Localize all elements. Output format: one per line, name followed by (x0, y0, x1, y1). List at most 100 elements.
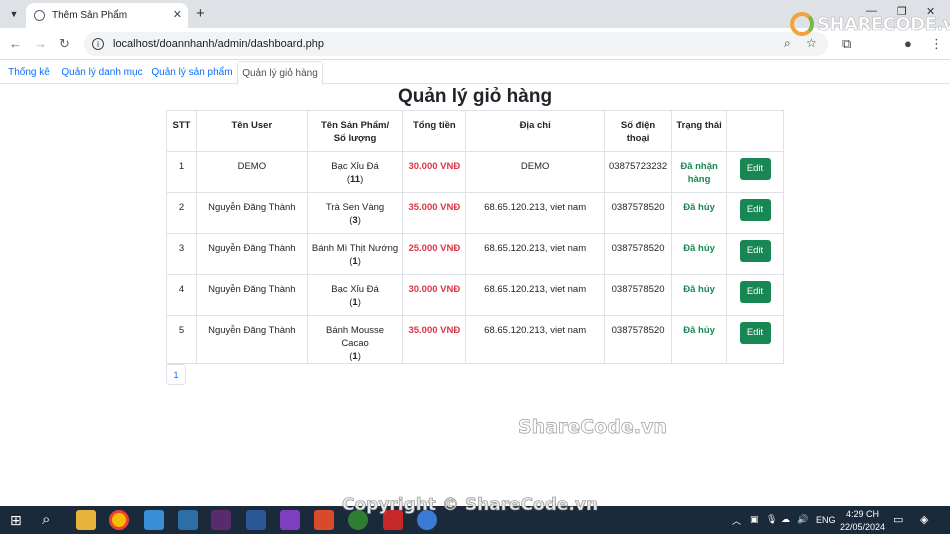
tray-app-icon[interactable]: ▣ (750, 514, 759, 525)
cell-user: Nguyễn Đăng Thành (195, 274, 308, 316)
sharecode-logo: SHARECODE.vn (790, 12, 950, 36)
table-row: 1 DEMO Bạc Xỉu Đá (11) 30.000 VNĐ DEMO 0387572… (166, 151, 784, 193)
product-qty: 1 (352, 256, 358, 267)
reload-icon[interactable]: ↻ (59, 36, 70, 52)
watermark-center: ShareCode.vn (518, 416, 668, 439)
copilot-icon[interactable]: ◈ (920, 513, 928, 526)
tab-search-icon[interactable]: ▼ (4, 4, 24, 24)
product-name: Bánh Mì Thịt Nướng (311, 243, 399, 254)
cell-stt: 1 (166, 151, 197, 193)
cell-stt: 4 (166, 274, 197, 316)
network-app-icon[interactable] (178, 510, 198, 530)
cell-action: Edit (726, 274, 784, 316)
cell-product: Bánh Mì Thịt Nướng (1) (306, 233, 404, 275)
tab-quan-ly-gio-hang[interactable]: Quản lý giỏ hàng (237, 61, 323, 85)
sharecode-logo-icon (790, 12, 814, 36)
cell-status: Đã hủy (671, 315, 728, 364)
edit-button[interactable]: Edit (739, 322, 771, 344)
clock-time[interactable]: 4:29 CH (846, 509, 879, 519)
cell-address: 68.65.120.213, viet nam (465, 274, 605, 316)
url-bar[interactable]: i localhost/doannhanh/admin/dashboard.ph… (84, 32, 828, 56)
col-header-total: Tổng tiền (402, 110, 467, 152)
cell-user: DEMO (195, 151, 308, 193)
cell-status: Đã hủy (671, 192, 728, 234)
col-header-address: Địa chỉ (465, 110, 605, 152)
product-qty: 1 (352, 351, 358, 362)
back-icon[interactable]: ← (9, 36, 22, 51)
watermark-copyright: Copyright © ShareCode.vn (342, 495, 599, 516)
page-title: Quản lý giỏ hàng (397, 86, 553, 107)
cell-status: Đã hủy (671, 233, 728, 275)
search-icon[interactable]: ⌕ (42, 511, 50, 528)
cell-action: Edit (726, 233, 784, 275)
word-icon[interactable] (246, 510, 266, 530)
cell-phone: 03875723232 (603, 151, 673, 193)
cell-phone: 0387578520 (603, 192, 673, 234)
table-row: 5 Nguyễn Đăng Thành Bánh Mousse Cacao (1) 35… (166, 315, 784, 364)
edit-button[interactable]: Edit (739, 240, 771, 262)
cell-stt: 2 (166, 192, 197, 234)
cell-address: 68.65.120.213, viet nam (465, 315, 605, 364)
cell-phone: 0387578520 (603, 274, 673, 316)
cell-phone: 0387578520 (603, 233, 673, 275)
edit-button[interactable]: Edit (739, 158, 771, 180)
cell-total: 30.000 VNĐ (402, 274, 467, 316)
file-explorer-icon[interactable] (76, 510, 96, 530)
browser-tab[interactable]: Thêm Sản Phẩm ✕ (26, 3, 188, 28)
product-name: Bánh Mousse Cacao (326, 325, 385, 349)
clock-date[interactable]: 22/05/2024 (840, 522, 885, 532)
photos-icon[interactable] (144, 510, 164, 530)
edit-button[interactable]: Edit (739, 199, 771, 221)
visual-studio-icon[interactable] (280, 510, 300, 530)
extensions-icon[interactable]: ⧉ (842, 36, 851, 52)
table-row: 4 Nguyễn Đăng Thành Bạc Xỉu Đá (1) 30.000 VN… (166, 274, 784, 316)
notifications-icon[interactable]: ▭ (893, 513, 903, 526)
tab-quan-ly-danh-muc[interactable]: Quản lý danh mục (58, 61, 146, 84)
settings-app-icon[interactable] (211, 510, 231, 530)
table-row: 3 Nguyễn Đăng Thành Bánh Mì Thịt Nướng (1) 2… (166, 233, 784, 275)
flex-app-icon[interactable] (314, 510, 334, 530)
pagination-page-1[interactable]: 1 (166, 364, 186, 385)
cell-action: Edit (726, 151, 784, 193)
col-header-action (726, 110, 784, 152)
cell-status: Đã nhận hàng (671, 151, 728, 193)
product-name: Bạc Xỉu Đá (331, 284, 379, 295)
wifi-icon[interactable]: ☁ (781, 514, 790, 525)
cell-total: 35.000 VNĐ (402, 192, 467, 234)
language-indicator[interactable]: ENG (816, 515, 836, 525)
volume-icon[interactable]: 🔊 (797, 514, 808, 525)
cell-total: 30.000 VNĐ (402, 151, 467, 193)
cell-total: 35.000 VNĐ (402, 315, 467, 364)
tray-chevron-icon[interactable]: ︿ (732, 514, 741, 527)
forward-icon[interactable]: → (34, 36, 47, 51)
table-row: 2 Nguyễn Đăng Thành Trà Sen Vàng (3) 35.000 … (166, 192, 784, 234)
cell-address: 68.65.120.213, viet nam (465, 233, 605, 275)
cell-status: Đã hủy (671, 274, 728, 316)
admin-nav-tabs: Thống kê Quản lý danh mục Quản lý sản ph… (0, 61, 950, 85)
col-header-user: Tên User (195, 110, 308, 152)
edit-button[interactable]: Edit (739, 281, 771, 303)
product-name: Bạc Xỉu Đá (331, 161, 379, 172)
cell-total: 25.000 VNĐ (402, 233, 467, 275)
new-tab-icon[interactable]: + (196, 5, 205, 22)
chrome-icon[interactable] (109, 510, 129, 530)
table-header-row: STT Tên User Tên Sản Phẩm/ Số lượng Tổng… (166, 110, 784, 152)
cell-action: Edit (726, 192, 784, 234)
profile-avatar-icon[interactable]: ● (904, 36, 912, 51)
browser-menu-icon[interactable]: ⋮ (930, 36, 943, 52)
zoom-icon[interactable]: ⌕ (784, 36, 791, 51)
url-text: localhost/doannhanh/admin/dashboard.php (113, 38, 324, 50)
product-qty: 3 (352, 215, 358, 226)
cell-phone: 0387578520 (603, 315, 673, 364)
tab-quan-ly-san-pham[interactable]: Quản lý sản phẩm (148, 61, 236, 84)
cell-stt: 3 (166, 233, 197, 275)
bookmark-star-icon[interactable]: ☆ (806, 36, 817, 50)
globe-icon (34, 10, 45, 21)
microphone-icon[interactable]: 🎙 (766, 514, 777, 525)
windows-start-icon[interactable]: ⊞ (10, 512, 22, 529)
tab-thong-ke[interactable]: Thống kê (2, 61, 56, 84)
close-tab-icon[interactable]: ✕ (173, 8, 182, 21)
cell-user: Nguyễn Đăng Thành (195, 192, 308, 234)
site-info-icon[interactable]: i (92, 38, 104, 50)
col-header-phone: Số điện thoại (603, 110, 673, 152)
